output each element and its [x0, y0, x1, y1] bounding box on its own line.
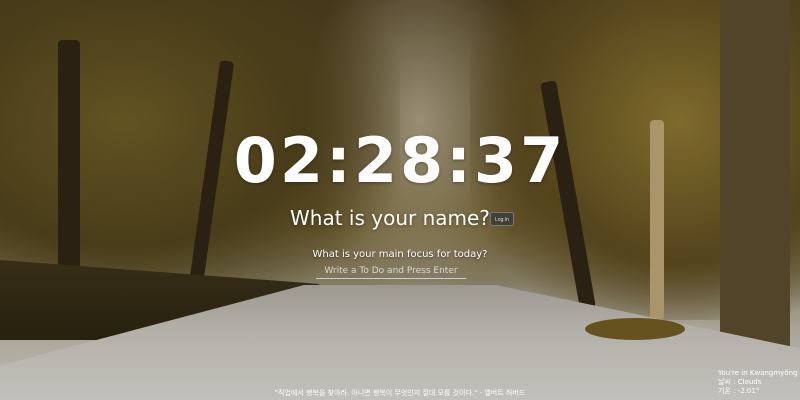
weather-temperature-row: 기온 : -2.01° [718, 387, 798, 396]
clock-display: 02:28:37 [233, 124, 567, 197]
weather-temperature-label: 기온 : [718, 387, 736, 395]
greeting-row: What is your name? Log In [0, 205, 800, 235]
weather-condition-row: 날씨 : Clouds [718, 378, 798, 387]
weather-temperature: -2.01° [737, 387, 760, 395]
weather-condition-label: 날씨 : [718, 378, 736, 386]
name-question: What is your name? [290, 206, 490, 230]
background-overlay [0, 0, 800, 400]
focus-question: What is your main focus for today? [312, 249, 488, 260]
todo-input[interactable] [316, 264, 466, 279]
weather-widget: You're in Kwangmyŏng 날씨 : Clouds 기온 : -2… [718, 369, 798, 396]
background-image [0, 0, 800, 400]
weather-location: You're in Kwangmyŏng [718, 369, 798, 377]
quote-text: "직업에서 행복을 찾아라. 아니면 행복이 무엇인지 절대 모를 것이다." … [274, 389, 526, 397]
weather-condition: Clouds [737, 378, 762, 386]
login-button[interactable]: Log In [490, 212, 514, 226]
